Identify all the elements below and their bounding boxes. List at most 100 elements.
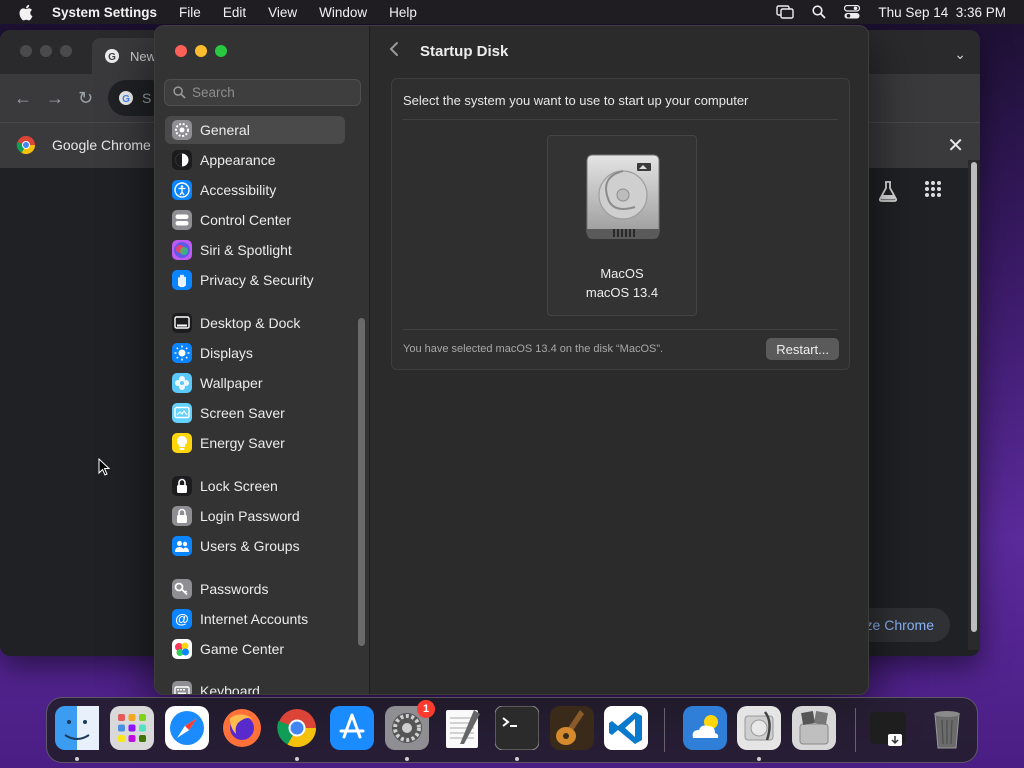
restart-button[interactable]: Restart... (766, 338, 839, 360)
weather-icon[interactable] (683, 706, 727, 750)
hard-disk-icon (586, 154, 660, 239)
trash-icon[interactable] (925, 706, 969, 750)
siri-icon (172, 240, 192, 260)
spotlight-search-icon[interactable] (812, 5, 827, 19)
chrome-scrollbar-thumb[interactable] (971, 162, 977, 632)
launchpad-icon[interactable] (110, 706, 154, 750)
menu-edit[interactable]: Edit (223, 5, 246, 20)
sidebar-item-accessibility[interactable]: Accessibility (165, 176, 345, 204)
bulb-icon (172, 433, 192, 453)
game-center-icon (172, 639, 192, 659)
downloads-icon[interactable] (866, 706, 910, 750)
chrome-logo-icon (16, 135, 36, 160)
infobar-close-icon[interactable]: ✕ (947, 133, 964, 158)
sidebar-item-lock-screen[interactable]: Lock Screen (165, 472, 345, 500)
sidebar-item-general[interactable]: General (165, 116, 345, 144)
forward-arrow-icon[interactable]: → (46, 88, 64, 109)
google-icon: G (105, 49, 119, 63)
system-settings-icon[interactable]: 1 (385, 700, 435, 750)
sidebar-item-desktop-dock[interactable]: Desktop & Dock (165, 309, 345, 337)
divider (403, 119, 838, 120)
chrome-zoom-button[interactable] (60, 45, 72, 57)
running-indicator (757, 757, 761, 761)
sidebar-item-login-password[interactable]: Login Password (165, 502, 345, 530)
notification-badge: 1 (417, 700, 435, 718)
settings-search-field[interactable] (164, 79, 361, 106)
chrome-infobar-message: Google Chrome i (52, 137, 158, 153)
gear-icon (172, 120, 192, 140)
terminal-icon[interactable] (495, 706, 539, 750)
at-icon: @ (172, 609, 192, 629)
sidebar-item-label: Passwords (200, 581, 269, 597)
reload-icon[interactable]: ↻ (78, 88, 93, 109)
sidebar-item-passwords[interactable]: Passwords (165, 575, 345, 603)
running-indicator (295, 757, 299, 761)
sidebar-item-privacy-security[interactable]: Privacy & Security (165, 266, 345, 294)
startup-disk-option[interactable]: MacOS macOS 13.4 (547, 135, 697, 316)
sidebar-item-label: Siri & Spotlight (200, 242, 292, 258)
page-title: Startup Disk (420, 43, 509, 60)
chrome-icon[interactable] (275, 706, 319, 750)
screen-mirroring-icon[interactable] (776, 5, 795, 19)
garageband-icon[interactable] (550, 706, 594, 750)
app-name-menu[interactable]: System Settings (52, 5, 157, 20)
vscode-icon[interactable] (604, 706, 648, 750)
sidebar-item-users-groups[interactable]: Users & Groups (165, 532, 345, 560)
sidebar-item-label: Internet Accounts (200, 611, 309, 627)
chrome-window-controls (20, 45, 72, 57)
textedit-icon[interactable] (440, 706, 484, 750)
dock-separator (664, 708, 665, 752)
key-icon (172, 579, 192, 599)
google-apps-icon[interactable] (924, 180, 942, 207)
menu-window[interactable]: Window (319, 5, 367, 20)
close-window-button[interactable] (175, 45, 187, 57)
sidebar-item-label: Appearance (200, 152, 276, 168)
back-arrow-icon[interactable]: ← (14, 88, 32, 109)
chrome-close-button[interactable] (20, 45, 32, 57)
chrome-tab-search-icon[interactable]: ⌄ (954, 46, 966, 63)
system-settings-window: General Appearance Accessibility Control Ce… (154, 25, 869, 695)
app-store-icon[interactable] (330, 706, 374, 750)
sidebar-list: General Appearance Accessibility Control Ce… (155, 116, 360, 694)
sidebar-item-internet-accounts[interactable]: @ Internet Accounts (165, 605, 345, 633)
dock-separator (855, 708, 856, 752)
keyboard-icon (172, 681, 192, 694)
users-icon (172, 536, 192, 556)
sidebar-item-screen-saver[interactable]: Screen Saver (165, 399, 345, 427)
sidebar-item-wallpaper[interactable]: Wallpaper (165, 369, 345, 397)
boot-camp-icon[interactable] (792, 706, 836, 750)
menu-help[interactable]: Help (389, 5, 417, 20)
startup-disk-panel: Select the system you want to use to sta… (391, 78, 850, 370)
running-indicator (75, 757, 79, 761)
sun-icon (172, 343, 192, 363)
menu-bar-clock[interactable]: Thu Sep 14 3:36 PM (878, 5, 1006, 20)
sidebar-item-displays[interactable]: Displays (165, 339, 345, 367)
startup-disk-pane: Startup Disk Select the system you want … (371, 26, 868, 694)
firefox-icon[interactable] (220, 706, 264, 750)
menu-file[interactable]: File (179, 5, 201, 20)
control-center-icon[interactable] (844, 5, 861, 19)
safari-icon[interactable] (165, 706, 209, 750)
sidebar-item-siri-spotlight[interactable]: Siri & Spotlight (165, 236, 345, 264)
labs-flask-icon[interactable] (878, 180, 898, 207)
sidebar-item-label: Lock Screen (200, 478, 278, 494)
sidebar-item-appearance[interactable]: Appearance (165, 146, 345, 174)
back-chevron-icon[interactable] (389, 40, 399, 63)
minimize-window-button[interactable] (195, 45, 207, 57)
search-icon (173, 86, 186, 99)
sidebar-scrollbar[interactable] (358, 318, 365, 646)
zoom-window-button[interactable] (215, 45, 227, 57)
disk-utility-icon[interactable] (737, 706, 781, 750)
search-input[interactable] (192, 85, 352, 100)
sidebar-item-keyboard[interactable]: Keyboard (165, 677, 345, 694)
chrome-minimize-button[interactable] (40, 45, 52, 57)
sidebar-item-control-center[interactable]: Control Center (165, 206, 345, 234)
sidebar-item-energy-saver[interactable]: Energy Saver (165, 429, 345, 457)
apple-menu-icon[interactable] (18, 4, 36, 21)
finder-icon[interactable] (55, 706, 99, 750)
sidebar-item-label: Login Password (200, 508, 300, 524)
divider (403, 329, 838, 330)
sidebar-item-game-center[interactable]: Game Center (165, 635, 345, 663)
menu-view[interactable]: View (268, 5, 297, 20)
svg-text:@: @ (175, 611, 189, 627)
